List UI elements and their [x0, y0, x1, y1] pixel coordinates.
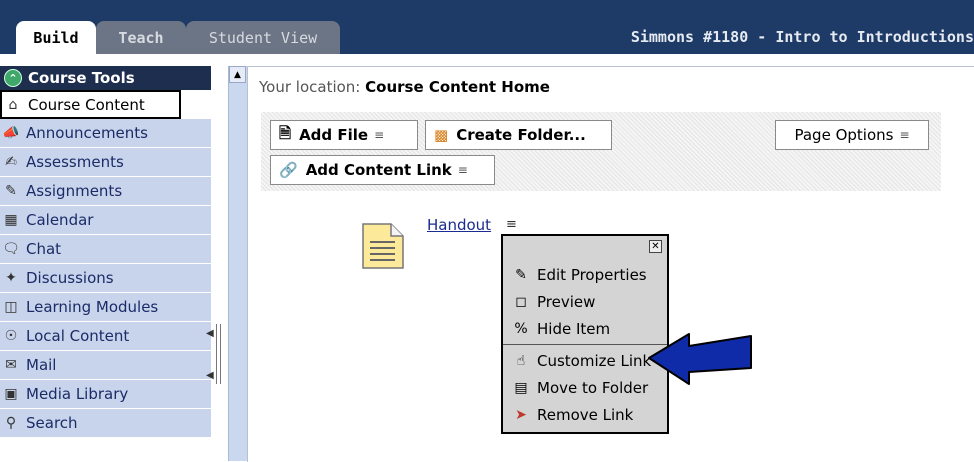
course-tools-list: ⌂ Course Content ↡ 📣 Announcements ✍ Ass…	[0, 90, 211, 438]
menu-item-label: Customize Link	[537, 352, 652, 370]
preview-icon: ◻	[515, 294, 527, 310]
menu-item-label: Hide Item	[537, 320, 611, 338]
item-context-menu: ✕ ✎ Edit Properties ◻ Preview % Hide Ite…	[501, 234, 669, 434]
menu-item-hide-item[interactable]: % Hide Item	[511, 316, 610, 342]
tab-student-view[interactable]: Student View	[186, 21, 340, 54]
item-options-dropdown-icon[interactable]: ≡	[506, 217, 517, 232]
tab-teach[interactable]: Teach	[96, 21, 186, 54]
breadcrumb: Your location: Course Content Home	[259, 78, 550, 96]
course-tools-sidebar: ⌃ Course Tools ⌂ Course Content ↡ 📣 Anno…	[0, 54, 247, 461]
menu-item-label: Remove Link	[537, 406, 634, 424]
sidebar-item-media-library[interactable]: ▣ Media Library	[0, 380, 211, 409]
search-icon: ⚲	[5, 415, 17, 431]
collapse-icon[interactable]: ⌃	[4, 69, 22, 87]
sidebar-item-course-content[interactable]: ⌂ Course Content ↡	[0, 90, 181, 119]
sidebar-item-chat[interactable]: 🗨 Chat	[0, 235, 211, 264]
menu-item-move-to-folder[interactable]: ▤ Move to Folder	[511, 375, 648, 401]
expand-left-arrow-icon[interactable]: ◀	[206, 370, 214, 381]
dropdown-icon[interactable]: ≡	[899, 128, 909, 142]
add-file-label: Add File	[299, 126, 369, 144]
page-options-button[interactable]: Page Options ≡	[775, 120, 929, 150]
create-folder-label: Create Folder...	[456, 126, 586, 144]
collapse-left-arrow-icon[interactable]: ◀	[206, 328, 214, 339]
splitter-grip[interactable]	[216, 324, 221, 384]
sidebar-item-calendar[interactable]: ▦ Calendar	[0, 206, 211, 235]
library-icon: ▣	[4, 386, 18, 402]
file-icon: 🗎	[279, 123, 292, 142]
sidebar-item-label: Media Library	[26, 385, 129, 403]
handout-link[interactable]: Handout	[427, 216, 491, 234]
sidebar-item-label: Assessments	[26, 153, 124, 171]
tab-build[interactable]: Build	[16, 21, 96, 54]
hand-icon: ☝	[516, 353, 526, 369]
home-icon: ⌂	[8, 96, 18, 113]
modules-icon: ◫	[4, 299, 18, 315]
sidebar-item-local-content[interactable]: ☉ Local Content	[0, 322, 211, 351]
sidebar-item-label: Course Content	[28, 95, 145, 114]
menu-item-label: Preview	[537, 293, 596, 311]
pin-icon: ✦	[5, 270, 17, 286]
sidebar-item-mail[interactable]: ✉ Mail	[0, 351, 211, 380]
menu-item-customize-link[interactable]: ☝ Customize Link	[511, 348, 652, 374]
course-tools-header[interactable]: ⌃ Course Tools	[0, 66, 211, 90]
location-current: Course Content Home	[365, 78, 550, 96]
mail-icon: ✉	[5, 357, 17, 373]
sidebar-scrollbar[interactable]: ▲	[228, 66, 247, 461]
menu-item-label: Edit Properties	[537, 266, 647, 284]
sidebar-item-label: Local Content	[26, 327, 130, 345]
dropdown-icon[interactable]: ≡	[374, 128, 384, 142]
menu-divider	[503, 344, 667, 345]
annotation-arrow	[648, 333, 752, 385]
sidebar-item-label: Announcements	[26, 124, 148, 142]
disc-icon: ☉	[4, 328, 18, 344]
sidebar-item-assignments[interactable]: ✎ Assignments	[0, 177, 211, 206]
course-title: Simmons #1180 - Intro to Introductions	[630, 28, 974, 46]
sidebar-item-label: Calendar	[26, 211, 94, 229]
top-navigation-bar: Build Teach Student View Simmons #1180 -…	[0, 0, 974, 54]
course-tools-title: Course Tools	[28, 69, 135, 87]
sidebar-item-search[interactable]: ⚲ Search	[0, 409, 211, 438]
sidebar-item-assessments[interactable]: ✍ Assessments	[0, 148, 211, 177]
assessment-icon: ✍	[5, 154, 17, 170]
add-content-link-button[interactable]: 🔗 Add Content Link ≡	[270, 155, 495, 185]
menu-item-label: Move to Folder	[537, 379, 649, 397]
sidebar-item-label: Discussions	[26, 269, 114, 287]
add-content-link-label: Add Content Link	[305, 161, 452, 179]
sidebar-item-label: Assignments	[26, 182, 123, 200]
sidebar-item-label: Learning Modules	[26, 298, 159, 316]
dropdown-icon[interactable]: ≡	[458, 163, 468, 177]
sidebar-item-label: Mail	[26, 356, 57, 374]
location-prefix: Your location:	[259, 78, 361, 96]
document-icon[interactable]	[361, 222, 405, 270]
assignment-icon: ✎	[5, 183, 17, 199]
hide-icon: %	[514, 321, 528, 337]
sidebar-item-label: Chat	[26, 240, 62, 258]
sidebar-item-announcements[interactable]: 📣 Announcements	[0, 119, 211, 148]
menu-item-preview[interactable]: ◻ Preview	[511, 289, 595, 315]
move-folder-icon: ▤	[514, 380, 528, 396]
sidebar-item-label: Search	[26, 414, 78, 432]
menu-item-edit-properties[interactable]: ✎ Edit Properties	[511, 262, 647, 288]
close-icon[interactable]: ✕	[649, 240, 662, 253]
sidebar-item-discussions[interactable]: ✦ Discussions	[0, 264, 211, 293]
link-icon: 🔗	[279, 161, 298, 179]
menu-item-remove-link[interactable]: ➤ Remove Link	[511, 402, 633, 428]
create-folder-button[interactable]: ▩ Create Folder...	[425, 120, 612, 150]
page-options-label: Page Options	[794, 126, 894, 144]
add-file-button[interactable]: 🗎 Add File ≡	[270, 120, 418, 150]
scroll-up-icon[interactable]: ▲	[229, 66, 246, 83]
folder-icon: ▩	[434, 126, 449, 144]
sidebar-item-learning-modules[interactable]: ◫ Learning Modules	[0, 293, 211, 322]
content-toolbar: 🗎 Add File ≡ ▩ Create Folder... Page Opt…	[261, 112, 941, 191]
chat-bubble-icon: 🗨	[2, 241, 20, 257]
calendar-icon: ▦	[4, 212, 18, 228]
pencil-icon: ✎	[515, 267, 527, 283]
remove-icon: ➤	[515, 407, 527, 423]
sidebar-splitter-handle[interactable]: ◀ ◀	[204, 324, 226, 394]
megaphone-icon: 📣	[2, 125, 20, 141]
